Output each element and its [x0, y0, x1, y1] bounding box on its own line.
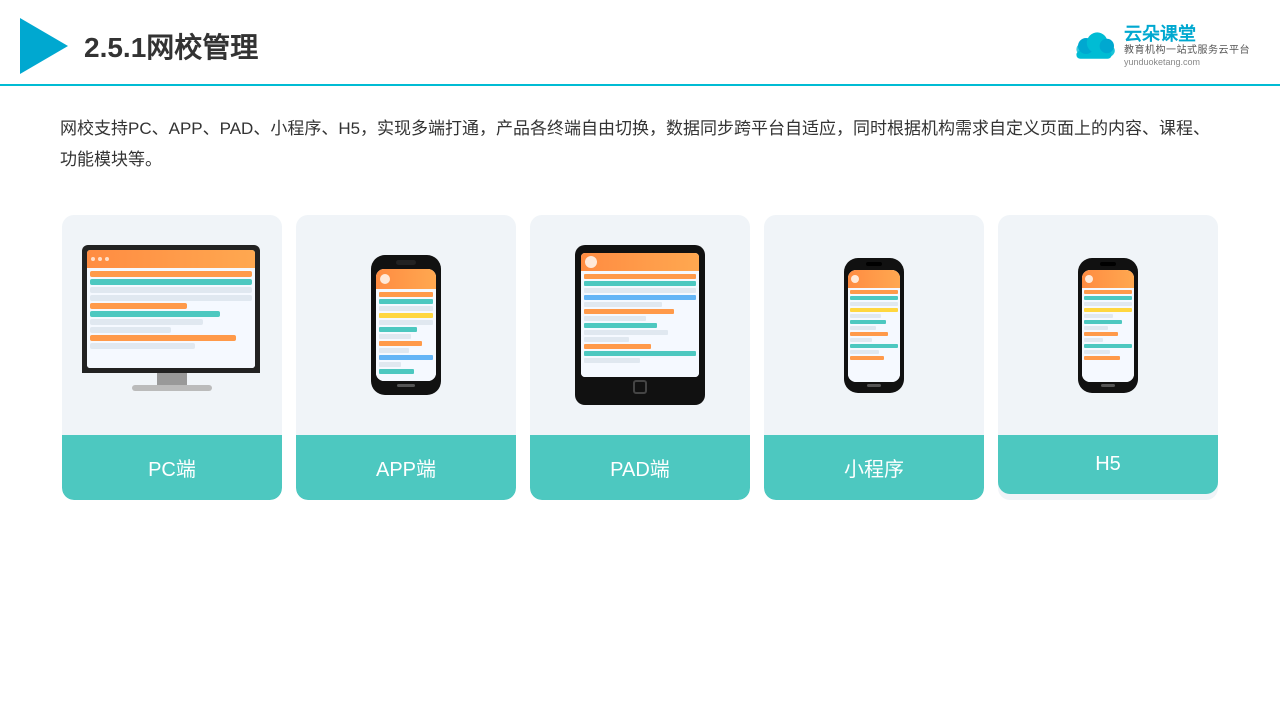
header-left: 2.5.1网校管理 [20, 18, 258, 74]
header: 2.5.1网校管理 云朵课堂 教育机构一站式服务云平台 yunduoketang… [0, 0, 1280, 86]
description-paragraph: 网校支持PC、APP、PAD、小程序、H5，实现多端打通，产品各终端自由切换，数… [60, 114, 1220, 175]
card-pc: PC端 [62, 215, 282, 500]
brand-name: 云朵课堂 [1124, 24, 1196, 46]
brand-logo: 云朵课堂 教育机构一站式服务云平台 yunduoketang.com [1070, 24, 1250, 68]
brand-text-block: 云朵课堂 教育机构一站式服务云平台 yunduoketang.com [1124, 24, 1250, 68]
tablet-mockup [575, 245, 705, 405]
card-miniprogram: 小程序 [764, 215, 984, 500]
card-h5: H5 [998, 215, 1218, 500]
card-miniprogram-label: 小程序 [764, 435, 984, 500]
card-pc-label: PC端 [62, 435, 282, 500]
description-text: 网校支持PC、APP、PAD、小程序、H5，实现多端打通，产品各终端自由切换，数… [0, 86, 1280, 185]
cards-container: PC端 [0, 185, 1280, 520]
pad-image-area [530, 215, 750, 435]
pc-mockup [82, 245, 262, 405]
app-image-area [296, 215, 516, 435]
brand-url: yunduoketang.com [1124, 57, 1200, 68]
pc-image-area [62, 215, 282, 435]
card-app-label: APP端 [296, 435, 516, 500]
miniprogram-image-area [764, 215, 984, 435]
card-pad: PAD端 [530, 215, 750, 500]
h5-phone-mockup [1078, 258, 1138, 393]
card-app: APP端 [296, 215, 516, 500]
card-h5-label: H5 [998, 435, 1218, 494]
page-title: 2.5.1网校管理 [84, 26, 258, 66]
h5-image-area [998, 215, 1218, 435]
miniprogram-phone-mockup [844, 258, 904, 393]
cloud-icon [1070, 28, 1118, 64]
card-pad-label: PAD端 [530, 435, 750, 500]
brand-sub: 教育机构一站式服务云平台 [1124, 45, 1250, 57]
app-phone-mockup [371, 255, 441, 395]
header-right: 云朵课堂 教育机构一站式服务云平台 yunduoketang.com [1070, 24, 1250, 68]
logo-triangle-icon [20, 18, 68, 74]
